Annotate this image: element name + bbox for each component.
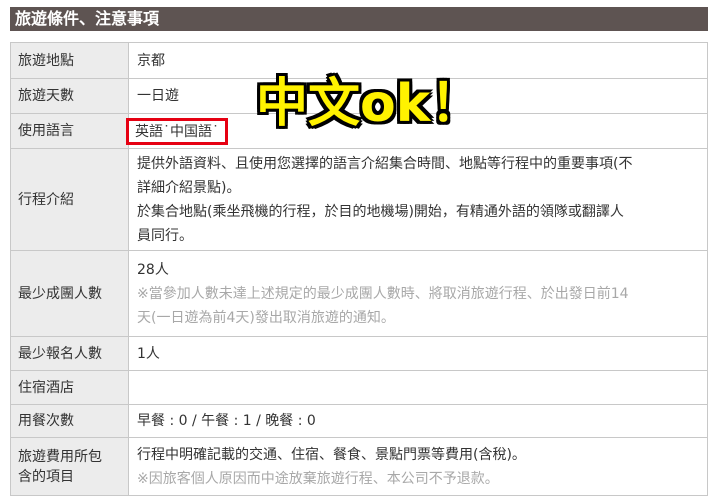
section-title: 旅遊條件、注意事項 bbox=[10, 7, 708, 31]
fee-label-line: 旅遊費用所包 bbox=[18, 448, 102, 465]
location-label: 旅遊地點 bbox=[10, 42, 129, 79]
meals-label: 用餐次數 bbox=[10, 404, 129, 438]
table-row: 住宿酒店 bbox=[10, 370, 708, 405]
min-signup-value: 1人 bbox=[128, 336, 708, 371]
meals-value: 早餐 : 0 / 午餐 : 1 / 晚餐 : 0 bbox=[128, 404, 708, 438]
table-row: 行程介紹 提供外語資料、且使用您選擇的語言介紹集合時間、地點等行程中的重要事項(… bbox=[10, 148, 708, 251]
itinerary-text-line: 詳細介紹景點)。 bbox=[137, 179, 241, 196]
fee-label-line: 含的項目 bbox=[18, 468, 74, 485]
table-row: 最少成團人數 28人 ※當參加人數未達上述規定的最少成團人數時、將取消旅遊行程、… bbox=[10, 250, 708, 337]
language-label: 使用語言 bbox=[10, 113, 129, 149]
hotel-value bbox=[128, 370, 708, 405]
min-group-note-line: 天(一日遊為前4天)發出取消旅遊的通知。 bbox=[137, 309, 395, 326]
min-group-value: 28人 bbox=[137, 261, 169, 278]
min-signup-label: 最少報名人數 bbox=[10, 336, 129, 371]
fee-value: 行程中明確記載的交通、住宿、餐食、景點門票等費用(含稅)。 bbox=[137, 446, 526, 463]
language-value-highlighted: 英語˙中国語˙ bbox=[126, 117, 228, 145]
fee-note: ※因旅客個人原因而中途放棄旅遊行程、本公司不予退款。 bbox=[137, 470, 499, 487]
itinerary-label: 行程介紹 bbox=[10, 148, 129, 251]
itinerary-text-line: 提供外語資料、且使用您選擇的語言介紹集合時間、地點等行程中的重要事項(不 bbox=[137, 155, 633, 172]
chinese-ok-overlay-text: 中文ok！ bbox=[256, 74, 483, 134]
min-group-label: 最少成團人數 bbox=[10, 250, 129, 337]
table-row: 最少報名人數 1人 bbox=[10, 336, 708, 371]
itinerary-text-line: 員同行。 bbox=[137, 227, 193, 244]
days-label: 旅遊天數 bbox=[10, 78, 129, 114]
hotel-label: 住宿酒店 bbox=[10, 370, 129, 405]
min-group-note-line: ※當參加人數未達上述規定的最少成團人數時、將取消旅遊行程、於出發日前14 bbox=[137, 285, 629, 302]
table-row: 旅遊費用所包 含的項目 行程中明確記載的交通、住宿、餐食、景點門票等費用(含稅)… bbox=[10, 437, 708, 496]
itinerary-text-line: 於集合地點(乘坐飛機的行程，於目的地機場)開始，有精通外語的領隊或翻譯人 bbox=[137, 203, 624, 220]
table-row: 用餐次數 早餐 : 0 / 午餐 : 1 / 晚餐 : 0 bbox=[10, 404, 708, 438]
